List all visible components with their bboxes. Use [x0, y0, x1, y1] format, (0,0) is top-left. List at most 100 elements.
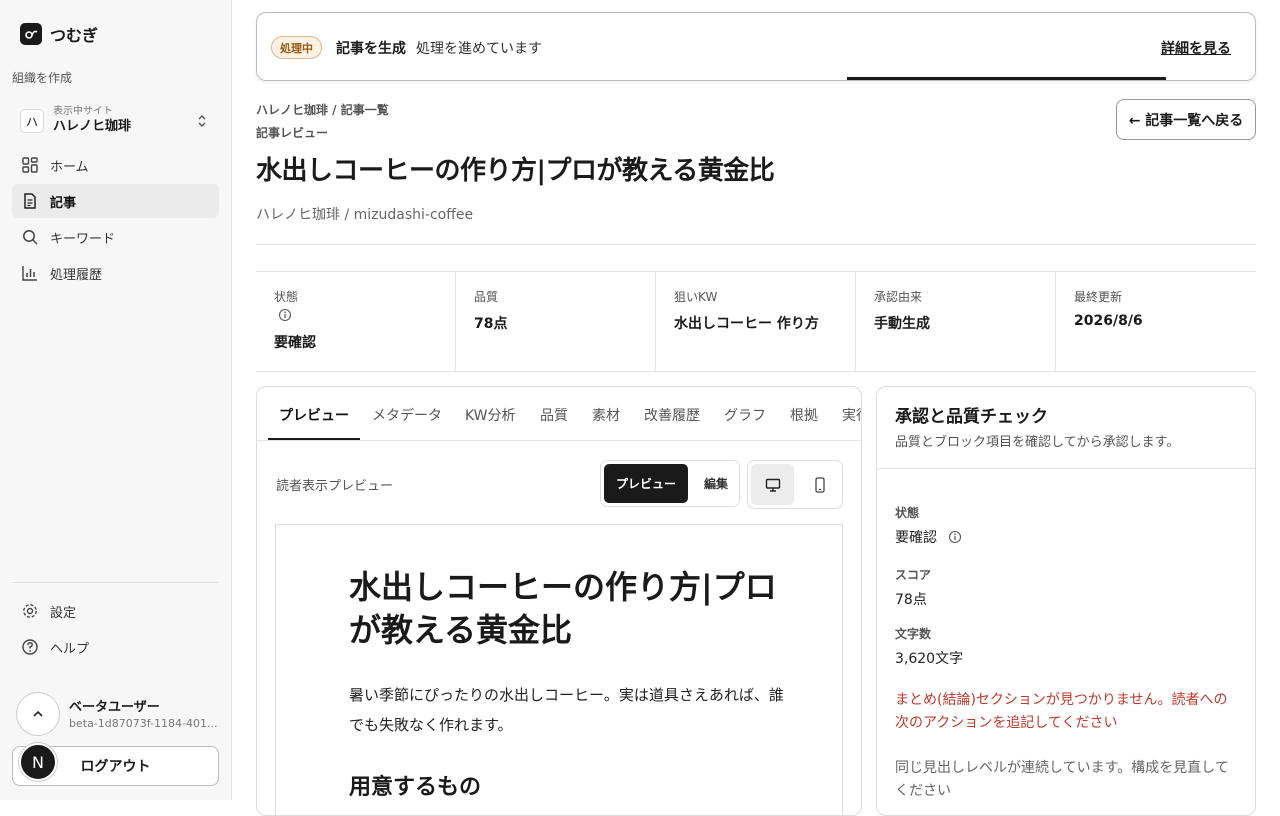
tab-evidence[interactable]: 根拠: [790, 387, 818, 440]
desktop-icon: [765, 477, 781, 493]
chevron-up-down-icon: [195, 113, 209, 129]
tab-history[interactable]: 改善履歴: [644, 387, 700, 440]
sidebar-item-label: 記事: [50, 195, 77, 211]
user-name: ベータユーザー: [69, 700, 160, 715]
help-icon: [21, 638, 39, 656]
brand[interactable]: つむぎ: [20, 22, 98, 46]
tab-preview[interactable]: プレビュー: [268, 387, 360, 440]
sidebar-item-settings[interactable]: 設定: [12, 594, 219, 628]
stat-value: 手動生成: [874, 316, 930, 332]
quality-warning: まとめ(結論)セクションが見つかりません。読者への次のアクションを追記してくださ…: [895, 692, 1228, 731]
banner-message: 処理を進めています: [416, 41, 542, 57]
stat-label: 狙いKW: [674, 290, 718, 304]
sidebar-item-help[interactable]: ヘルプ: [12, 630, 219, 664]
info-icon[interactable]: [948, 530, 962, 544]
mode-toggle: プレビュー 編集: [600, 460, 740, 507]
sidebar-item-articles[interactable]: 記事: [12, 184, 219, 218]
desktop-view-button[interactable]: [751, 464, 794, 505]
sidebar-item-home[interactable]: ホーム: [12, 148, 219, 182]
divider: [256, 244, 1256, 245]
document-icon: [21, 192, 39, 210]
sidebar-item-label: キーワード: [50, 231, 116, 247]
article-title: 水出しコーヒーの作り方|プロが教える黄金比: [349, 568, 777, 649]
user-id: beta-1d87073f-1184-401...: [69, 717, 218, 730]
tab-materials[interactable]: 素材: [592, 387, 620, 440]
sidebar-item-label: ホーム: [50, 159, 89, 175]
stat-value: 要確認: [274, 335, 316, 351]
score-value: 78点: [895, 592, 927, 608]
sidebar-item-label: ヘルプ: [50, 641, 90, 657]
quality-note: 同じ見出しレベルが連続しています。構成を見直してください: [895, 760, 1229, 799]
tab-bar: プレビュー メタデータ KW分析 品質 素材 改善履歴 グラフ 根拠 実行: [257, 387, 861, 441]
tab-graph[interactable]: グラフ: [724, 387, 766, 440]
site-name: ハレノヒ珈琲: [53, 119, 132, 134]
stat-label: 品質: [474, 290, 499, 304]
tab-kw-analysis[interactable]: KW分析: [465, 387, 516, 440]
tab-metadata[interactable]: メタデータ: [372, 387, 442, 440]
stat-status: 状態 要確認: [256, 272, 456, 371]
progress-bar: [847, 77, 1166, 80]
bar-chart-icon: [21, 264, 39, 282]
stat-updated: 最終更新 2026/8/6: [1056, 272, 1256, 371]
stat-keyword: 狙いKW 水出しコーヒー 作り方: [656, 272, 856, 371]
divider: [877, 468, 1255, 469]
stat-label: 状態: [274, 290, 299, 304]
status-value: 要確認: [895, 530, 937, 546]
preview-mode-button[interactable]: プレビュー: [604, 464, 688, 503]
back-to-list-button[interactable]: ← 記事一覧へ戻る: [1116, 99, 1256, 140]
tab-run[interactable]: 実行: [842, 387, 861, 440]
sidebar-item-label: 設定: [50, 605, 77, 621]
details-link[interactable]: 詳細を見る: [1161, 38, 1231, 58]
stats-row: 状態 要確認 品質 78点 狙いKW 水出しコーヒー 作り方 承認由来 手動生成…: [256, 271, 1256, 372]
sidebar-item-label: 処理履歴: [50, 267, 103, 283]
avatar[interactable]: N: [19, 743, 57, 781]
page-title: 水出しコーヒーの作り方|プロが教える黄金比: [256, 156, 775, 186]
article-heading: 用意するもの: [349, 775, 482, 800]
stat-value: 78点: [474, 316, 508, 332]
thread-logo-icon: [20, 23, 42, 45]
article-intro: 暑い季節にぴったりの水出しコーヒー。実は道具さえあれば、誰でも失敗なく作れます。: [349, 686, 784, 734]
article-preview-frame: 水出しコーヒーの作り方|プロが教える黄金比 暑い季節にぴったりの水出しコーヒー。…: [275, 524, 843, 815]
preview-card: プレビュー メタデータ KW分析 品質 素材 改善履歴 グラフ 根拠 実行 読者…: [256, 386, 862, 816]
create-org-link[interactable]: 組織を作成: [12, 69, 72, 86]
site-caption: 表示中サイト: [53, 106, 113, 117]
stat-value: 2026/8/6: [1074, 313, 1143, 329]
page-subtitle: ハレノヒ珈琲 / mizudashi-coffee: [256, 207, 474, 223]
stat-quality: 品質 78点: [456, 272, 656, 371]
grid-icon: [21, 156, 39, 174]
edit-mode-button[interactable]: 編集: [694, 464, 738, 503]
chars-value: 3,620文字: [895, 651, 964, 667]
score-label: スコア: [895, 568, 932, 582]
mobile-view-button[interactable]: [798, 464, 841, 505]
device-toggle: [747, 460, 843, 509]
stat-label: 最終更新: [1074, 290, 1123, 304]
user-menu[interactable]: ベータユーザー beta-1d87073f-1184-401...: [16, 692, 221, 736]
chevron-up-icon: [16, 692, 60, 736]
processing-banner: 処理中 記事を生成 処理を進めています 詳細を見る: [256, 12, 1256, 81]
site-avatar: ハ: [20, 109, 44, 133]
stat-value: 水出しコーヒー 作り方: [674, 316, 819, 332]
site-switcher[interactable]: ハ 表示中サイト ハレノヒ珈琲: [12, 100, 219, 142]
status-value-row: 要確認: [895, 527, 962, 547]
stat-origin: 承認由来 手動生成: [856, 272, 1056, 371]
sidebar-item-history[interactable]: 処理履歴: [12, 256, 219, 290]
section-label: 記事レビュー: [256, 126, 329, 140]
sidebar-divider: [12, 582, 219, 583]
info-icon[interactable]: [278, 308, 292, 322]
review-subtitle: 品質とブロック項目を確認してから承認します。: [895, 435, 1180, 450]
status-badge: 処理中: [271, 36, 322, 59]
main-nav: ホーム 記事 キーワード 処理履歴: [12, 148, 219, 292]
gear-icon: [21, 602, 39, 620]
mobile-icon: [813, 476, 827, 493]
review-title: 承認と品質チェック: [895, 407, 1048, 427]
breadcrumb[interactable]: ハレノヒ珈琲 / 記事一覧: [256, 101, 389, 118]
sidebar: つむぎ 組織を作成 ハ 表示中サイト ハレノヒ珈琲 ホーム 記事 キーワード 処…: [0, 0, 232, 800]
status-label: 状態: [895, 506, 920, 520]
search-icon: [21, 228, 39, 246]
tab-quality[interactable]: 品質: [540, 387, 568, 440]
stat-label: 承認由来: [874, 290, 923, 304]
review-card: 承認と品質チェック 品質とブロック項目を確認してから承認します。 状態 要確認 …: [876, 386, 1256, 816]
banner-title: 記事を生成: [336, 41, 406, 57]
secondary-nav: 設定 ヘルプ: [12, 594, 219, 666]
sidebar-item-keywords[interactable]: キーワード: [12, 220, 219, 254]
